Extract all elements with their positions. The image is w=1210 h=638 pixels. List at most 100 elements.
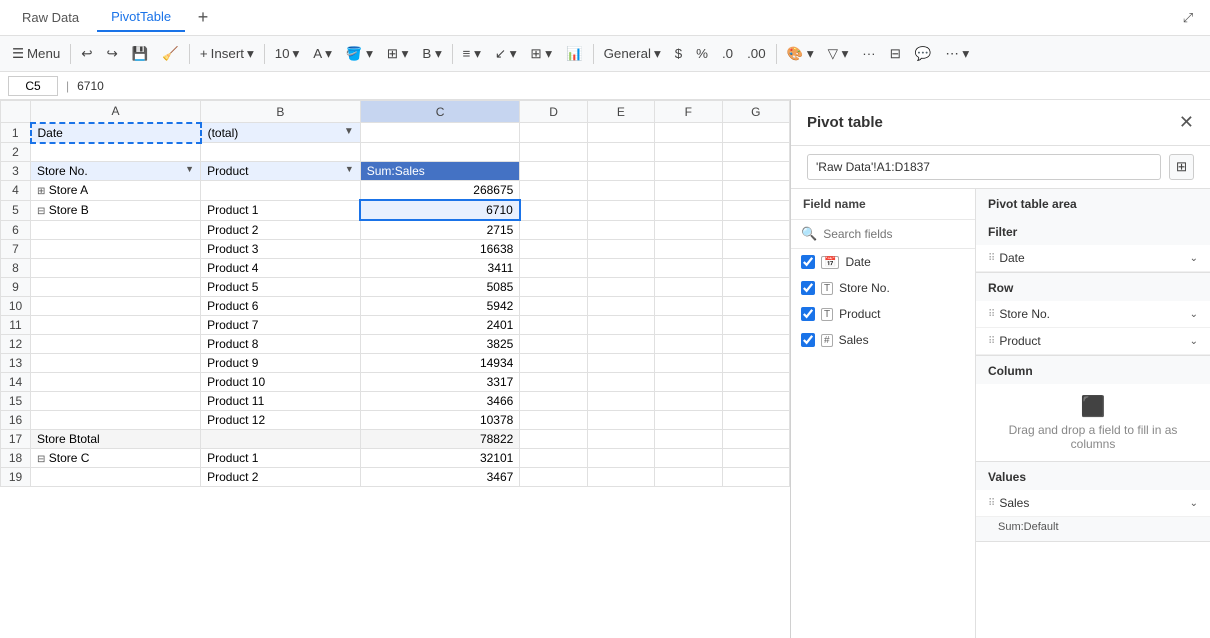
menu-button[interactable]: ☰ Menu: [6, 43, 66, 65]
cell-d2[interactable]: [520, 143, 587, 162]
cell-e7[interactable]: [587, 240, 654, 259]
cell-b9[interactable]: Product 5: [201, 278, 361, 297]
chart-button[interactable]: 📊: [560, 43, 589, 65]
cell-d19[interactable]: [520, 468, 587, 487]
cell-f12[interactable]: [655, 335, 722, 354]
more-button[interactable]: ···: [856, 43, 881, 64]
range-select-button[interactable]: ⊞: [1169, 154, 1194, 180]
cell-e10[interactable]: [587, 297, 654, 316]
cell-g12[interactable]: [722, 335, 789, 354]
cell-d4[interactable]: [520, 181, 587, 201]
cell-f18[interactable]: [655, 449, 722, 468]
col-header-c[interactable]: C: [360, 101, 520, 123]
cell-f17[interactable]: [655, 430, 722, 449]
comment-button[interactable]: 💬: [909, 43, 938, 65]
cell-a13[interactable]: [31, 354, 201, 373]
field-checkbox-store-no[interactable]: [801, 281, 815, 295]
cell-g14[interactable]: [722, 373, 789, 392]
cell-f10[interactable]: [655, 297, 722, 316]
cell-f13[interactable]: [655, 354, 722, 373]
cell-f9[interactable]: [655, 278, 722, 297]
cell-b8[interactable]: Product 4: [201, 259, 361, 278]
cell-f11[interactable]: [655, 316, 722, 335]
cell-e15[interactable]: [587, 392, 654, 411]
cell-d3[interactable]: [520, 162, 587, 181]
pivot-close-button[interactable]: ✕: [1179, 112, 1194, 133]
cell-g18[interactable]: [722, 449, 789, 468]
cell-c13[interactable]: 14934: [360, 354, 520, 373]
search-input[interactable]: [823, 227, 965, 241]
cell-c11[interactable]: 2401: [360, 316, 520, 335]
cell-a7[interactable]: [31, 240, 201, 259]
cell-g5[interactable]: [722, 200, 789, 220]
cell-b3[interactable]: Product ▼: [201, 162, 361, 181]
cell-e14[interactable]: [587, 373, 654, 392]
cell-a15[interactable]: [31, 392, 201, 411]
cell-b6[interactable]: Product 2: [201, 220, 361, 240]
cell-d12[interactable]: [520, 335, 587, 354]
cell-e2[interactable]: [587, 143, 654, 162]
cell-f2[interactable]: [655, 143, 722, 162]
cell-d5[interactable]: [520, 200, 587, 220]
cell-a5[interactable]: ⊟ Store B: [31, 200, 201, 220]
cell-a9[interactable]: [31, 278, 201, 297]
cell-g10[interactable]: [722, 297, 789, 316]
cell-g9[interactable]: [722, 278, 789, 297]
col-header-e[interactable]: E: [587, 101, 654, 123]
field-item-store-no[interactable]: T Store No.: [791, 275, 975, 301]
cell-d11[interactable]: [520, 316, 587, 335]
field-checkbox-sales[interactable]: [801, 333, 815, 347]
cell-a2[interactable]: [31, 143, 201, 162]
cell-d7[interactable]: [520, 240, 587, 259]
column-drop-zone[interactable]: ⬛ Drag and drop a field to fill in as co…: [976, 384, 1210, 461]
range-input[interactable]: [807, 154, 1161, 180]
field-item-sales[interactable]: # Sales: [791, 327, 975, 353]
cell-c5[interactable]: 6710: [360, 200, 520, 220]
currency-button[interactable]: $: [669, 43, 688, 64]
cell-e8[interactable]: [587, 259, 654, 278]
cell-f1[interactable]: [655, 123, 722, 143]
cell-f7[interactable]: [655, 240, 722, 259]
cell-d9[interactable]: [520, 278, 587, 297]
cell-e11[interactable]: [587, 316, 654, 335]
field-checkbox-product[interactable]: [801, 307, 815, 321]
cell-e3[interactable]: [587, 162, 654, 181]
cell-b14[interactable]: Product 10: [201, 373, 361, 392]
cell-g17[interactable]: [722, 430, 789, 449]
cell-c4[interactable]: 268675: [360, 181, 520, 201]
cell-c10[interactable]: 5942: [360, 297, 520, 316]
cell-c15[interactable]: 3466: [360, 392, 520, 411]
cell-a6[interactable]: [31, 220, 201, 240]
font-color-button[interactable]: A ▾: [307, 43, 338, 65]
decimal-less-button[interactable]: .00: [741, 43, 772, 64]
cell-f16[interactable]: [655, 411, 722, 430]
border-button[interactable]: ⊞ ▾: [381, 43, 415, 65]
cell-d16[interactable]: [520, 411, 587, 430]
filter-item-date-chevron[interactable]: ⌄: [1190, 253, 1198, 264]
cell-d6[interactable]: [520, 220, 587, 240]
cell-g4[interactable]: [722, 181, 789, 201]
cell-f14[interactable]: [655, 373, 722, 392]
cell-f19[interactable]: [655, 468, 722, 487]
merge-button[interactable]: ⊞ ▾: [524, 43, 558, 65]
row-item-product[interactable]: ⠿ Product ⌄: [976, 328, 1210, 355]
cell-b19[interactable]: Product 2: [201, 468, 361, 487]
cell-e16[interactable]: [587, 411, 654, 430]
cell-e19[interactable]: [587, 468, 654, 487]
cell-c1[interactable]: [360, 123, 520, 143]
row-item-product-chevron[interactable]: ⌄: [1190, 336, 1198, 347]
cell-g7[interactable]: [722, 240, 789, 259]
cell-d18[interactable]: [520, 449, 587, 468]
cell-b17[interactable]: [201, 430, 361, 449]
row-item-store-no[interactable]: ⠿ Store No. ⌄: [976, 301, 1210, 328]
cell-d1[interactable]: [520, 123, 587, 143]
cell-b4[interactable]: [201, 181, 361, 201]
format-button[interactable]: General ▾: [598, 43, 667, 65]
cell-g16[interactable]: [722, 411, 789, 430]
cell-a18[interactable]: ⊟ Store C: [31, 449, 201, 468]
tab-pivot-table[interactable]: PivotTable: [97, 3, 185, 32]
cell-b11[interactable]: Product 7: [201, 316, 361, 335]
cell-a1[interactable]: Date: [31, 123, 201, 143]
col-header-b[interactable]: B: [201, 101, 361, 123]
cell-c8[interactable]: 3411: [360, 259, 520, 278]
